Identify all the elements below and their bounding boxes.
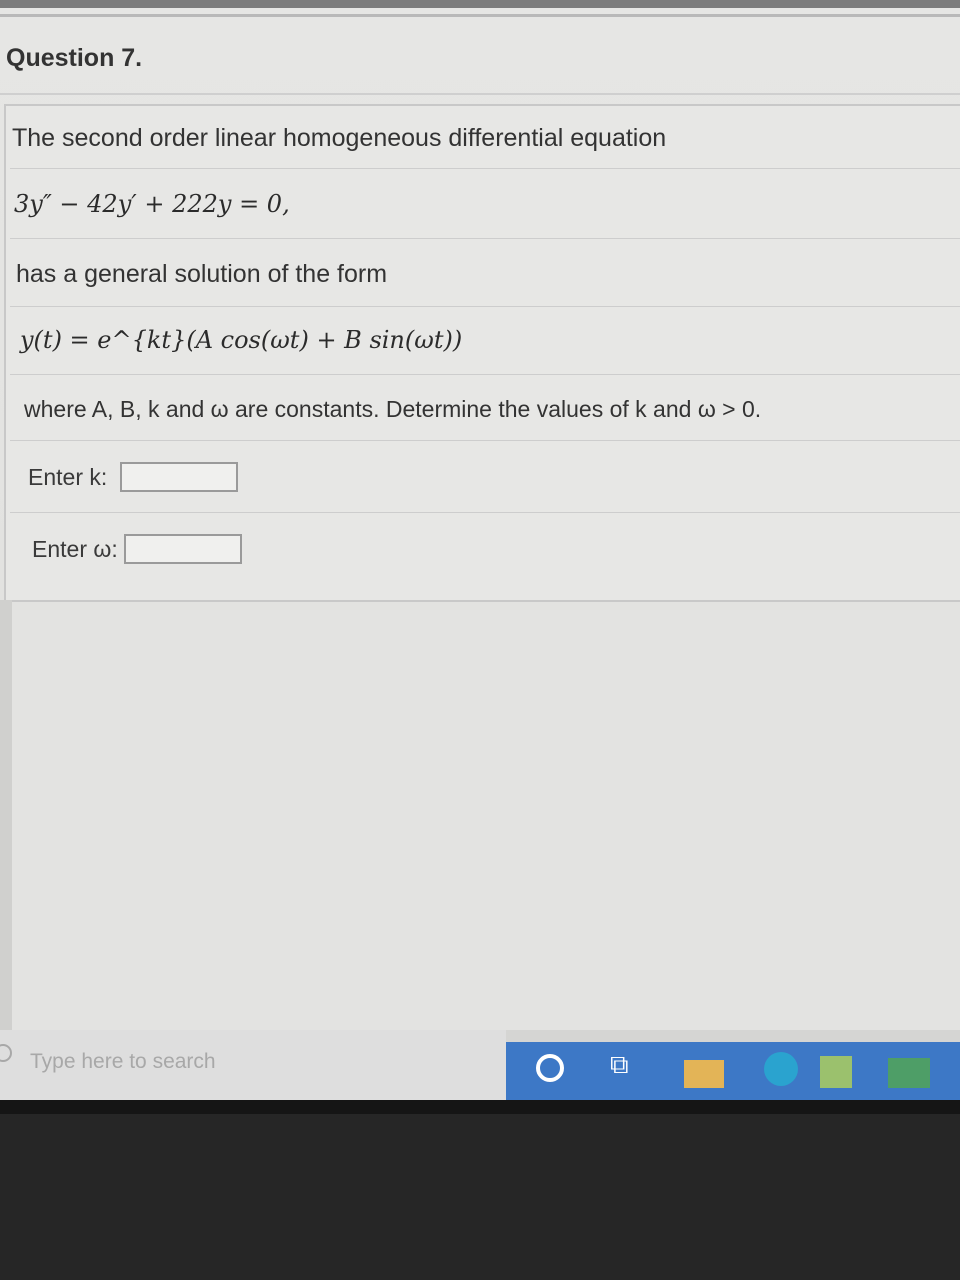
store-icon[interactable] — [820, 1056, 852, 1088]
page: Question 7. The second order linear homo… — [0, 0, 960, 1100]
windows-taskbar: Type here to search ⧉ — [0, 1030, 960, 1100]
monitor-bezel — [0, 1100, 960, 1280]
left-edge-shadow — [0, 600, 12, 1030]
divider — [10, 168, 960, 169]
page-body — [0, 610, 960, 1030]
search-placeholder: Type here to search — [30, 1050, 216, 1073]
solution-form: y(t) = e^{kt}(A cos(ωt) + B sin(ωt)) — [20, 326, 463, 354]
question-card: The second order linear homogeneous diff… — [4, 104, 960, 602]
divider — [10, 512, 960, 513]
divider — [10, 374, 960, 375]
divider — [10, 306, 960, 307]
monitor-bezel-edge — [0, 1100, 960, 1114]
search-icon — [0, 1044, 12, 1062]
divider — [10, 238, 960, 239]
top-border — [0, 0, 960, 8]
question-title: Question 7. — [6, 44, 143, 72]
differential-equation: 3y″ − 42y′ + 222y = 0, — [14, 190, 290, 218]
omega-input[interactable] — [124, 534, 242, 564]
omega-label: Enter ω: — [32, 536, 118, 562]
k-input[interactable] — [120, 462, 238, 492]
title-divider — [0, 93, 960, 95]
intro-text: The second order linear homogeneous diff… — [12, 124, 667, 152]
taskbar-icons: ⧉ — [506, 1042, 960, 1100]
mail-icon[interactable] — [888, 1058, 930, 1088]
cortana-icon[interactable] — [536, 1054, 564, 1082]
task-view-icon[interactable]: ⧉ — [610, 1051, 634, 1077]
constants-text: where A, B, k and ω are constants. Deter… — [24, 396, 762, 422]
file-explorer-icon[interactable] — [684, 1060, 724, 1088]
k-label: Enter k: — [28, 464, 108, 490]
general-solution-text: has a general solution of the form — [16, 260, 388, 288]
top-border-2 — [0, 14, 960, 17]
divider — [10, 440, 960, 441]
edge-icon[interactable] — [764, 1052, 798, 1086]
taskbar-search-box[interactable]: Type here to search — [0, 1030, 506, 1100]
